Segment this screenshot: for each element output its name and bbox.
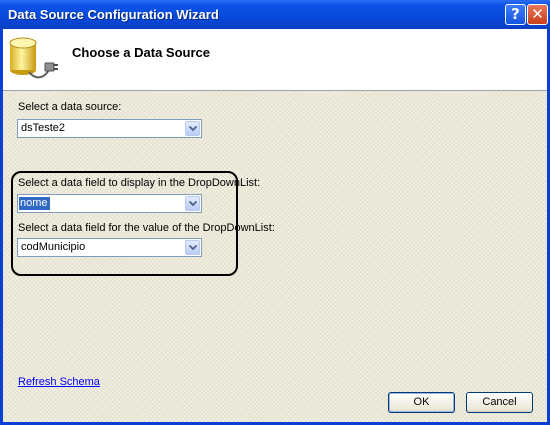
close-button[interactable]: ✕ xyxy=(527,4,548,25)
annotation-highlight-box xyxy=(11,171,238,276)
wizard-window: Data Source Configuration Wizard ? ✕ Cho… xyxy=(0,0,550,425)
data-source-dropdown-button[interactable] xyxy=(185,121,200,136)
wizard-header: Choose a Data Source xyxy=(3,29,547,91)
title-bar[interactable]: Data Source Configuration Wizard ? ✕ xyxy=(0,0,550,29)
dialog-frame: Choose a Data Source Select a data sourc… xyxy=(3,29,547,422)
help-icon: ? xyxy=(511,5,520,23)
help-button[interactable]: ? xyxy=(505,4,526,25)
close-icon: ✕ xyxy=(531,5,544,23)
chevron-down-icon xyxy=(189,126,197,132)
data-source-value: dsTeste2 xyxy=(21,122,66,134)
refresh-schema-link[interactable]: Refresh Schema xyxy=(18,376,100,388)
window-title: Data Source Configuration Wizard xyxy=(8,7,219,22)
ok-button[interactable]: OK xyxy=(388,392,455,413)
data-source-label: Select a data source: xyxy=(18,101,122,113)
page-title: Choose a Data Source xyxy=(72,45,210,60)
wizard-body: Select a data source: dsTeste2 Select a … xyxy=(3,91,547,422)
database-plug-icon xyxy=(9,37,58,79)
cancel-button[interactable]: Cancel xyxy=(466,392,533,413)
data-source-select[interactable]: dsTeste2 xyxy=(17,119,202,138)
